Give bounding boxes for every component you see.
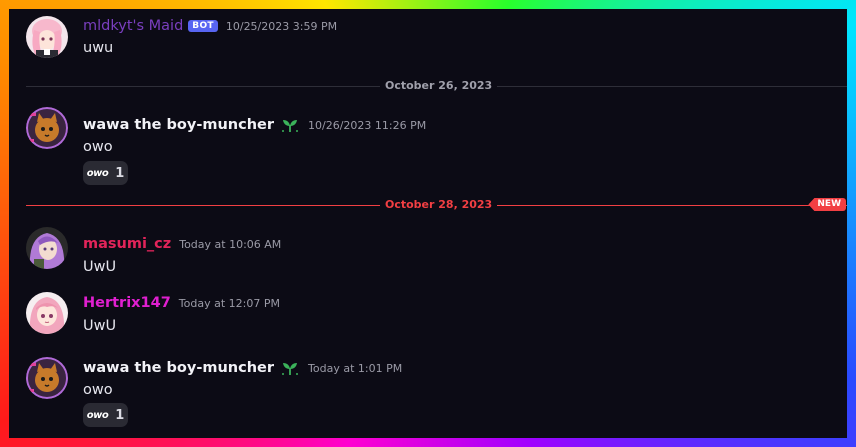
divider-date: October 26, 2023: [380, 79, 498, 92]
message-author[interactable]: Hertrix147: [83, 295, 171, 311]
anime-pink-hair-avatar[interactable]: [26, 292, 68, 334]
reaction-count: 1: [115, 165, 125, 181]
anime-girl-avatar[interactable]: [26, 16, 68, 58]
cat-avatar[interactable]: [26, 357, 68, 399]
new-badge: NEW: [808, 198, 846, 211]
message-timestamp[interactable]: Today at 10:06 AM: [179, 238, 281, 251]
message-content: owo: [83, 139, 113, 155]
owo-emoji-icon: owo: [86, 409, 109, 421]
message-timestamp[interactable]: Today at 12:07 PM: [179, 297, 280, 310]
reaction-button[interactable]: owo 1: [83, 403, 128, 427]
message-author[interactable]: mldkyt's Maid: [83, 18, 183, 34]
message-content: UwU: [83, 259, 117, 275]
anime-purple-hair-avatar[interactable]: [26, 227, 68, 269]
reaction-button[interactable]: owo 1: [83, 161, 128, 185]
message-timestamp[interactable]: Today at 1:01 PM: [308, 362, 402, 375]
sprout-icon: [280, 359, 300, 377]
message-author[interactable]: wawa the boy-muncher: [83, 117, 274, 133]
message-author[interactable]: masumi_cz: [83, 236, 171, 252]
divider-date: October 28, 2023: [380, 198, 498, 211]
date-divider: October 26, 2023: [26, 79, 847, 92]
message-content: owo: [83, 382, 113, 398]
new-messages-divider: October 28, 2023 NEW: [26, 198, 847, 211]
cat-avatar[interactable]: [26, 107, 68, 149]
rainbow-frame: mldkyt's Maid BOT 10/25/2023 3:59 PM uwu…: [0, 0, 856, 447]
message-content: UwU: [83, 318, 117, 334]
owo-emoji-icon: owo: [86, 167, 109, 179]
reaction-count: 1: [115, 407, 125, 423]
message-timestamp[interactable]: 10/25/2023 3:59 PM: [226, 20, 337, 33]
bot-tag: BOT: [188, 20, 218, 32]
chat-panel: mldkyt's Maid BOT 10/25/2023 3:59 PM uwu…: [9, 9, 847, 438]
message-author[interactable]: wawa the boy-muncher: [83, 360, 274, 376]
message-timestamp[interactable]: 10/26/2023 11:26 PM: [308, 119, 426, 132]
sprout-icon: [280, 116, 300, 134]
message-content: uwu: [83, 40, 114, 56]
